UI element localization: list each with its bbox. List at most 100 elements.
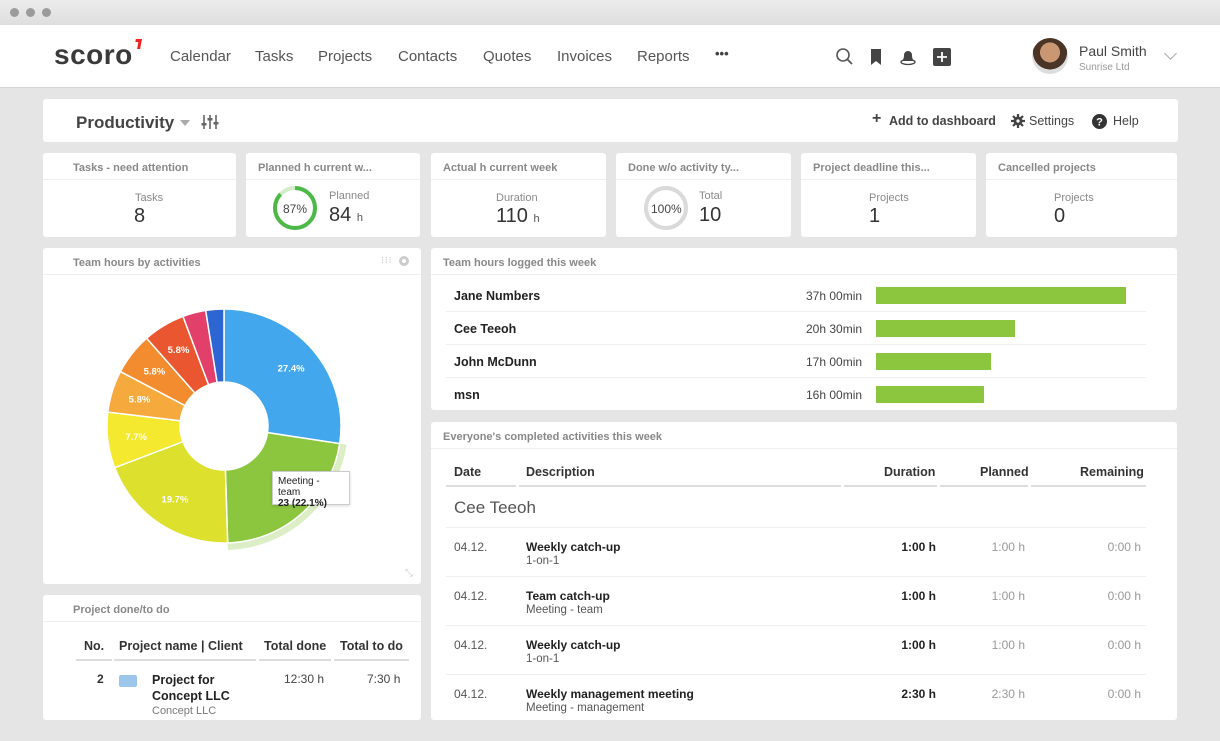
activity-row[interactable]: 04.12. Weekly management meeting Meeting… (446, 674, 1146, 720)
col-header-total-todo[interactable]: Total to do (340, 639, 403, 653)
pie-slice-label: 19.7% (161, 495, 188, 506)
col-header-project[interactable]: Project name | Client (119, 639, 243, 653)
nav-invoices[interactable]: Invoices (557, 48, 612, 65)
kpi-card-done[interactable]: Done w/o activity ty... 100% Total 10 (616, 153, 791, 237)
kpi-unit: h (356, 212, 363, 224)
window-minimize-button[interactable] (26, 8, 35, 17)
col-header-no[interactable]: No. (84, 639, 104, 653)
kpi-title: Cancelled projects (998, 162, 1096, 174)
widget-title: Team hours logged this week (443, 257, 597, 269)
col-header-date[interactable]: Date (454, 465, 481, 479)
pie-slice-label: 5.8% (168, 345, 190, 356)
window-close-button[interactable] (10, 8, 19, 17)
kpi-card-actual[interactable]: Actual h current week Duration 110 h (431, 153, 606, 237)
project-total-todo: 7:30 h (367, 672, 401, 686)
activity-row[interactable]: 04.12. Weekly catch-up 1-on-1 1:00 h 1:0… (446, 625, 1146, 674)
kpi-card-tasks[interactable]: Tasks - need attention Tasks 8 (43, 153, 236, 237)
nav-quotes[interactable]: Quotes (483, 48, 531, 65)
project-total-done: 12:30 h (284, 672, 325, 686)
nav-more-button[interactable]: ••• (715, 46, 729, 61)
activity-title[interactable]: Weekly catch-up (526, 638, 620, 652)
activity-planned: 1:00 h (991, 589, 1025, 603)
add-to-dashboard-button[interactable]: Add to dashboard (889, 114, 996, 128)
dashboard-header: Productivity + Add to dashboard Settings… (43, 99, 1178, 142)
kpi-label: Tasks (135, 192, 164, 204)
kpi-title: Project deadline this... (813, 162, 930, 174)
kpi-value: 10 (699, 204, 722, 226)
kpi-value: 0 (1054, 205, 1066, 227)
kpi-card-deadline[interactable]: Project deadline this... Projects 1 (801, 153, 976, 237)
kpi-card-planned[interactable]: Planned h current w... 87% Planned 84 h (246, 153, 420, 237)
activity-title[interactable]: Weekly catch-up (526, 540, 620, 554)
activity-row[interactable]: 04.12. Team catch-up Meeting - team 1:00… (446, 576, 1146, 625)
kpi-value: 84 (329, 204, 352, 226)
search-icon[interactable] (835, 47, 855, 67)
activity-remaining: 0:00 h (1107, 687, 1141, 701)
pie-slice-0[interactable] (223, 308, 342, 445)
nav-tasks[interactable]: Tasks (255, 48, 293, 65)
col-header-remaining[interactable]: Remaining (1080, 465, 1144, 479)
member-hours: 20h 30min (806, 322, 863, 336)
nav-calendar[interactable]: Calendar (170, 48, 231, 65)
member-name: Cee Teeoh (454, 322, 517, 336)
col-header-description[interactable]: Description (526, 465, 595, 479)
team-member-row[interactable]: Jane Numbers 37h 00min (446, 279, 1146, 312)
team-member-row[interactable]: msn 16h 00min (446, 378, 1146, 411)
activity-type: Meeting - management (526, 702, 645, 714)
activity-date: 04.12. (454, 638, 488, 652)
activity-planned: 2:30 h (991, 687, 1025, 701)
member-name: John McDunn (454, 355, 537, 369)
member-hours: 17h 00min (806, 355, 863, 369)
add-new-icon[interactable] (932, 47, 952, 67)
pie-slice-label: 27.4% (278, 363, 305, 374)
tooltip-label: Meeting - team (278, 476, 320, 498)
kpi-value: 110 (496, 205, 528, 227)
nav-contacts[interactable]: Contacts (398, 48, 457, 65)
kpi-ring-label: 100% (651, 202, 682, 216)
user-name[interactable]: Paul Smith (1079, 43, 1147, 59)
help-button[interactable]: Help (1113, 114, 1139, 128)
pie-slice-label: 7.7% (125, 432, 147, 443)
window-maximize-button[interactable] (42, 8, 51, 17)
activity-duration: 1:00 h (901, 589, 936, 603)
user-company: Sunrise Ltd (1079, 62, 1130, 73)
bookmark-icon[interactable] (866, 47, 886, 67)
team-member-row[interactable]: John McDunn 17h 00min (446, 345, 1146, 378)
filter-sliders-icon[interactable] (201, 114, 219, 130)
col-header-total-done[interactable]: Total done (264, 639, 326, 653)
help-icon: ? (1092, 114, 1107, 129)
add-plus-icon: + (872, 110, 882, 127)
tooltip-value: 23 (22.1%) (278, 498, 327, 509)
dashboard-title[interactable]: Productivity (76, 113, 174, 133)
nav-projects[interactable]: Projects (318, 48, 372, 65)
widget-title: Project done/to do (73, 604, 170, 616)
activity-title[interactable]: Weekly management meeting (526, 687, 694, 701)
scoro-logo[interactable]: scoro (54, 39, 142, 71)
col-header-duration[interactable]: Duration (884, 465, 935, 479)
user-avatar[interactable] (1032, 38, 1068, 74)
hours-bar (876, 320, 1015, 337)
activity-type: 1-on-1 (526, 653, 560, 665)
pie-slice-label: 5.8% (144, 366, 166, 377)
kpi-title: Tasks - need attention (73, 162, 189, 174)
gear-icon (1011, 114, 1025, 128)
kpi-label: Total (699, 190, 723, 202)
kpi-label: Projects (869, 192, 909, 204)
activity-title[interactable]: Team catch-up (526, 589, 610, 603)
team-member-row[interactable]: Cee Teeoh 20h 30min (446, 312, 1146, 345)
activity-row[interactable]: 04.12. Weekly catch-up 1-on-1 1:00 h 1:0… (446, 527, 1146, 576)
activity-date: 04.12. (454, 540, 488, 554)
project-name[interactable]: Project for Concept LLC (152, 672, 247, 704)
kpi-card-cancelled[interactable]: Cancelled projects Projects 0 (986, 153, 1177, 237)
user-menu-chevron-icon[interactable] (1164, 47, 1177, 60)
dashboard-dropdown-caret-icon[interactable] (180, 120, 190, 126)
col-header-planned[interactable]: Planned (980, 465, 1029, 479)
resize-handle-icon[interactable]: ⤡ (405, 568, 413, 579)
activity-type: Meeting - team (526, 604, 603, 616)
activity-planned: 1:00 h (991, 540, 1025, 554)
pie-slice-label: 5.8% (129, 395, 151, 406)
settings-button[interactable]: Settings (1029, 114, 1074, 128)
nav-reports[interactable]: Reports (637, 48, 690, 65)
activity-duration: 1:00 h (901, 638, 936, 652)
bell-icon[interactable] (898, 47, 918, 67)
